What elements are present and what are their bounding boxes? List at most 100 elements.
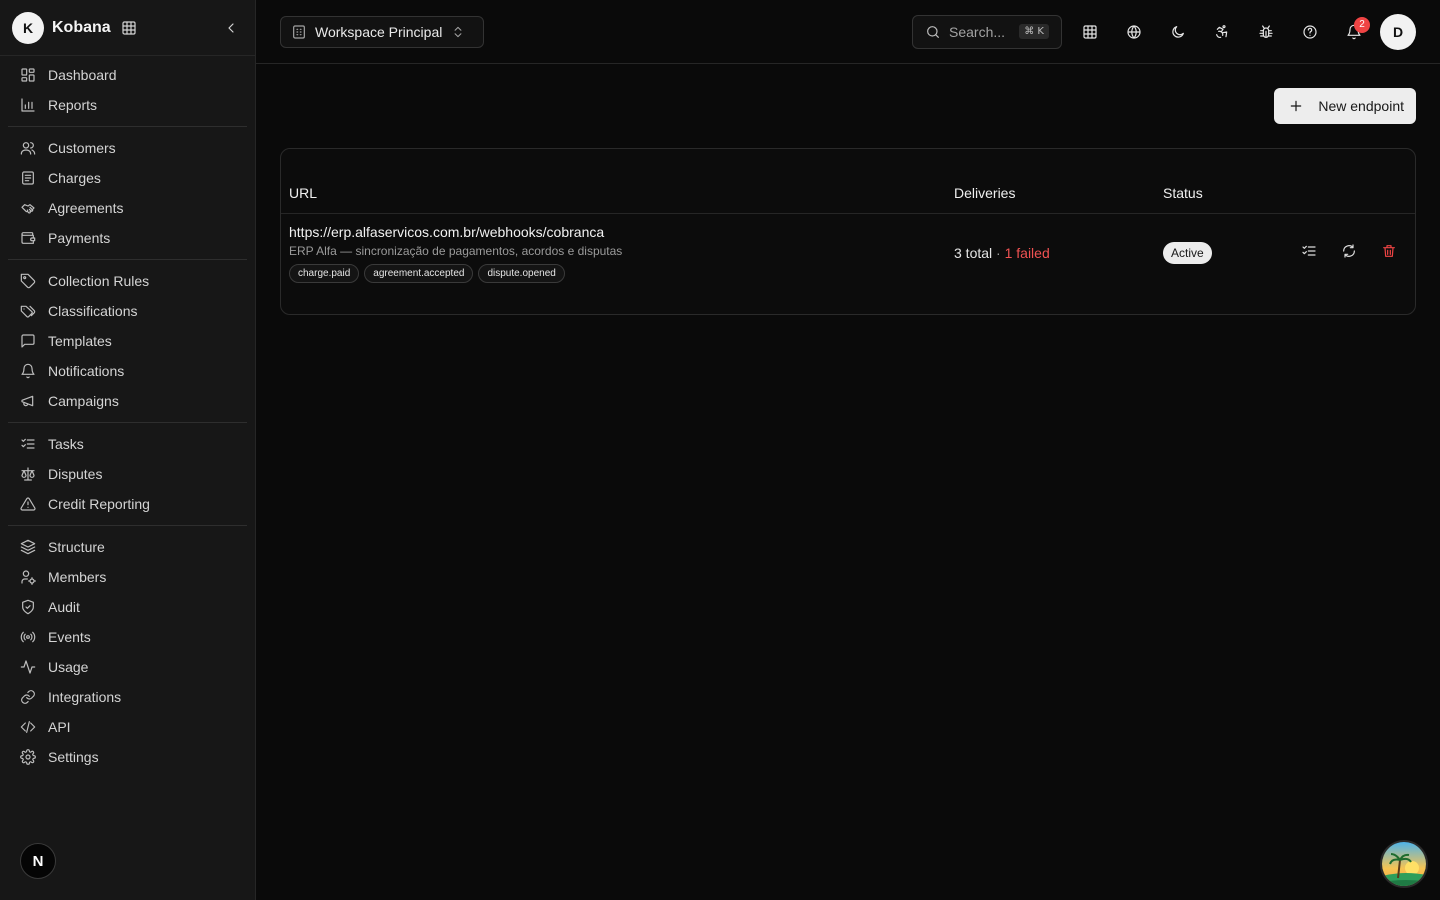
- deliveries-failed: 1 failed: [1004, 245, 1050, 261]
- sidebar-group: Collection Rules Classifications Templates…: [0, 262, 255, 420]
- event-tag: dispute.opened: [478, 264, 565, 283]
- collapse-sidebar-icon[interactable]: [219, 16, 243, 40]
- sidebar-item-label: Templates: [48, 333, 112, 349]
- search-input[interactable]: Search... ⌘ K: [912, 14, 1062, 49]
- sidebar-group: Dashboard Reports: [0, 56, 255, 124]
- sidebar-item-payments[interactable]: Payments: [8, 223, 247, 253]
- sidebar-group: Customers Charges Agreements Payments: [0, 129, 255, 257]
- trash-icon[interactable]: [1381, 243, 1397, 259]
- sidebar-item-notifications[interactable]: Notifications: [8, 356, 247, 386]
- sidebar-item-dashboard[interactable]: Dashboard: [8, 60, 247, 90]
- sidebar-item-structure[interactable]: Structure: [8, 532, 247, 562]
- deliveries-summary: 3 total · 1 failed: [954, 245, 1050, 261]
- plus-icon: [1288, 98, 1304, 114]
- bell-icon[interactable]: 2: [1332, 14, 1376, 50]
- sidebar-item-label: Integrations: [48, 689, 122, 705]
- sidebar-item-agreements[interactable]: Agreements: [8, 193, 247, 223]
- sidebar-item-disputes[interactable]: Disputes: [8, 459, 247, 489]
- event-tag: agreement.accepted: [364, 264, 474, 283]
- sidebar-divider: [8, 422, 247, 423]
- sidebar-item-reports[interactable]: Reports: [8, 90, 247, 120]
- building-icon: [291, 24, 307, 40]
- table-header: URL Deliveries Status: [281, 173, 1415, 214]
- sidebar-item-events[interactable]: Events: [8, 622, 247, 652]
- sidebar-item-classifications[interactable]: Classifications: [8, 296, 247, 326]
- sidebar-item-label: Credit Reporting: [48, 496, 150, 512]
- help-circle-icon[interactable]: [1288, 14, 1332, 50]
- list-checks-icon: [20, 436, 36, 452]
- megaphone-icon: [20, 393, 36, 409]
- sidebar-item-api[interactable]: API: [8, 712, 247, 742]
- sidebar-divider: [8, 126, 247, 127]
- receipt-icon: [20, 170, 36, 186]
- sidebar-item-credit-reporting[interactable]: Credit Reporting: [8, 489, 247, 519]
- endpoints-table: URL Deliveries Status https://erp.alfase…: [280, 148, 1416, 315]
- search-shortcut: ⌘ K: [1019, 24, 1049, 39]
- beach-avatar-bubble[interactable]: [1380, 840, 1428, 888]
- layers-icon: [20, 539, 36, 555]
- sidebar-item-label: Audit: [48, 599, 80, 615]
- topbar-actions: Search... ⌘ K 2 D: [912, 13, 1416, 50]
- event-tags: charge.paid agreement.accepted dispute.o…: [289, 264, 565, 283]
- shield-check-icon: [20, 599, 36, 615]
- brand-header: K Kobana: [0, 0, 255, 56]
- tags-icon: [20, 303, 36, 319]
- column-url: URL: [289, 185, 318, 201]
- workspace-selector[interactable]: Workspace Principal: [280, 15, 484, 48]
- sidebar-item-label: Settings: [48, 749, 99, 765]
- sidebar-item-customers[interactable]: Customers: [8, 133, 247, 163]
- user-cog-icon: [20, 569, 36, 585]
- link-icon: [20, 689, 36, 705]
- sidebar-item-campaigns[interactable]: Campaigns: [8, 386, 247, 416]
- handshake-icon: [20, 200, 36, 216]
- next-logo[interactable]: N: [20, 843, 56, 879]
- status-badge: Active: [1163, 242, 1212, 264]
- table-icon[interactable]: [1068, 14, 1112, 50]
- sidebar-item-usage[interactable]: Usage: [8, 652, 247, 682]
- event-tag: charge.paid: [289, 264, 360, 283]
- endpoint-url[interactable]: https://erp.alfaservicos.com.br/webhooks…: [289, 224, 604, 240]
- search-placeholder: Search...: [949, 23, 1006, 40]
- globe-icon[interactable]: [1112, 14, 1156, 50]
- sidebar-item-members[interactable]: Members: [8, 562, 247, 592]
- sidebar-divider: [8, 259, 247, 260]
- main-content: New endpoint URL Deliveries Status https…: [256, 64, 1440, 900]
- user-avatar[interactable]: D: [1380, 13, 1416, 50]
- bug-icon[interactable]: [1244, 14, 1288, 50]
- refresh-icon[interactable]: [1341, 243, 1357, 259]
- gear-icon: [20, 749, 36, 765]
- bar-chart-icon: [20, 97, 36, 113]
- sidebar-item-label: Tasks: [48, 436, 84, 452]
- sidebar-item-settings[interactable]: Settings: [8, 742, 247, 772]
- sidebar-item-label: Classifications: [48, 303, 138, 319]
- sidebar-item-tasks[interactable]: Tasks: [8, 429, 247, 459]
- deliveries-separator: ·: [992, 245, 1005, 261]
- sidebar-item-label: Events: [48, 629, 91, 645]
- sidebar-item-label: API: [48, 719, 71, 735]
- notifications-badge: 2: [1354, 16, 1370, 33]
- sidebar-item-label: Notifications: [48, 363, 125, 379]
- accessibility-icon[interactable]: [1200, 14, 1244, 50]
- sidebar-item-label: Customers: [48, 140, 116, 156]
- tag-icon: [20, 273, 36, 289]
- building-grid-icon[interactable]: [121, 20, 137, 36]
- sidebar-item-integrations[interactable]: Integrations: [8, 682, 247, 712]
- sidebar-item-label: Charges: [48, 170, 101, 186]
- sidebar-item-collection-rules[interactable]: Collection Rules: [8, 266, 247, 296]
- list-checks-icon[interactable]: [1301, 243, 1317, 259]
- brand-name[interactable]: Kobana: [52, 19, 111, 37]
- sidebar-item-label: Disputes: [48, 466, 103, 482]
- sidebar-item-label: Structure: [48, 539, 105, 555]
- brand-logo[interactable]: K: [12, 11, 44, 44]
- sidebar-item-audit[interactable]: Audit: [8, 592, 247, 622]
- sidebar-item-charges[interactable]: Charges: [8, 163, 247, 193]
- sidebar-item-templates[interactable]: Templates: [8, 326, 247, 356]
- sidebar-item-label: Campaigns: [48, 393, 119, 409]
- table-row[interactable]: https://erp.alfaservicos.com.br/webhooks…: [281, 215, 1415, 291]
- topbar: Workspace Principal Search... ⌘ K 2 D: [256, 0, 1440, 64]
- moon-icon[interactable]: [1156, 14, 1200, 50]
- sidebar-group: Tasks Disputes Credit Reporting: [0, 425, 255, 523]
- new-endpoint-button[interactable]: New endpoint: [1274, 88, 1416, 124]
- bell-icon: [20, 363, 36, 379]
- sidebar-item-label: Collection Rules: [48, 273, 150, 289]
